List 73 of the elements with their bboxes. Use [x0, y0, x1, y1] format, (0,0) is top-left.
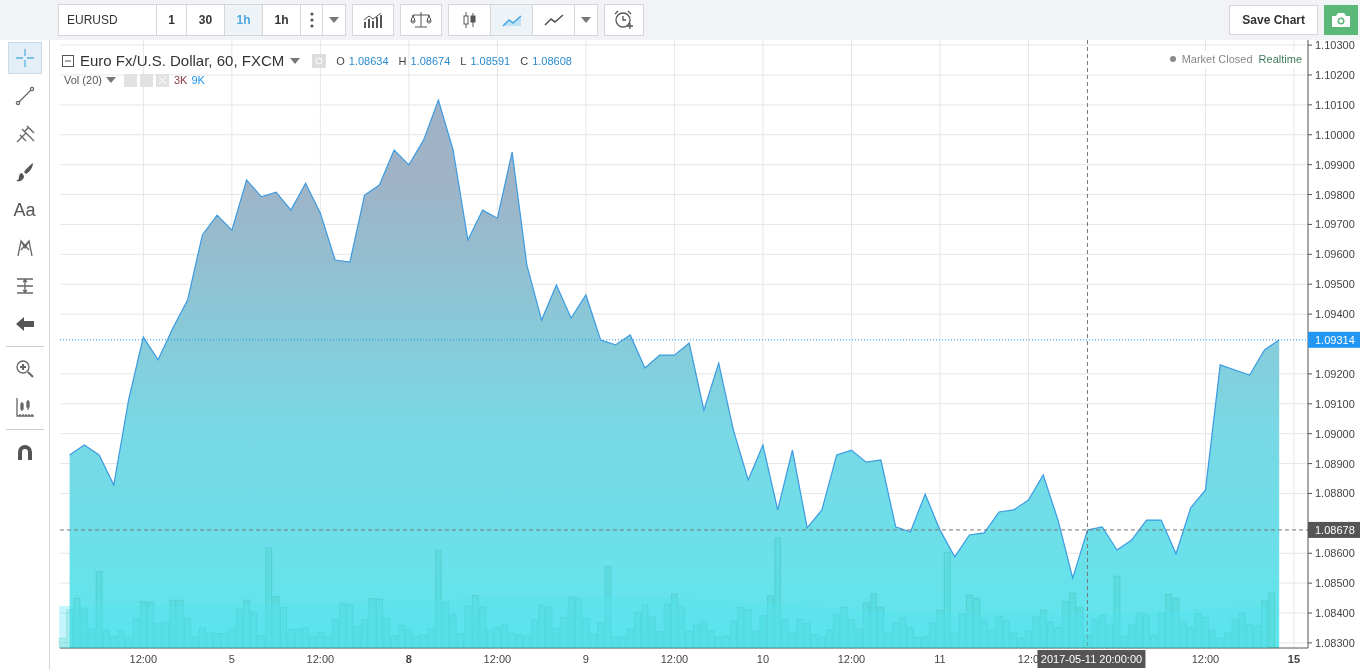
scales-icon — [410, 11, 432, 29]
price-axis-label: 1.09900 — [1315, 158, 1355, 171]
ruler-icon — [13, 396, 36, 418]
symbol-field[interactable]: EURUSD — [59, 5, 157, 35]
price-axis-label: 1.10300 — [1315, 40, 1355, 52]
time-axis-label: 11 — [934, 653, 946, 665]
zoom-in-icon — [13, 358, 36, 380]
ohlc-key: C — [520, 53, 529, 70]
time-axis-label: 12:00 — [129, 653, 158, 665]
ohlc-value: 1.08674 — [410, 54, 451, 69]
price-axis-label: 1.08500 — [1315, 577, 1355, 590]
caret-icon — [105, 77, 116, 84]
crosshair-icon — [13, 47, 36, 69]
save-chart-button[interactable]: Save Chart — [1229, 5, 1318, 35]
alarm-clock-icon — [613, 10, 635, 30]
last-price-tag: 1.09314 — [1308, 331, 1360, 348]
feed-status: Realtime — [1258, 52, 1302, 67]
crosshair-time-tag: 2017-05-11 20:00:00 — [1037, 650, 1146, 668]
text-tool[interactable]: Aa — [7, 194, 42, 226]
price-axis-label: 1.09100 — [1315, 397, 1355, 410]
time-axis-label: 12:00 — [1191, 653, 1220, 665]
alert-button[interactable] — [604, 4, 644, 36]
camera-icon — [1331, 12, 1351, 28]
time-axis-label: 8 — [405, 653, 412, 665]
ohlc-value: 1.08608 — [532, 54, 572, 69]
ohlc-key: H — [398, 53, 407, 70]
ohlc-value: 1.08634 — [348, 54, 389, 69]
ohlc-key: L — [460, 53, 467, 70]
more-icon — [309, 12, 314, 28]
time-axis-label: 12:00 — [837, 653, 866, 665]
ohlc-value: 1.08591 — [470, 54, 511, 69]
volume-label: Vol (20) — [64, 73, 102, 88]
price-axis-label: 1.10000 — [1315, 128, 1355, 141]
compare-button[interactable] — [400, 4, 442, 36]
price-axis-label: 1.09600 — [1315, 248, 1355, 261]
price-axis-label: 1.09400 — [1315, 308, 1355, 321]
market-status: Market Closed — [1181, 52, 1253, 67]
price-axis-label: 1.08900 — [1315, 457, 1355, 470]
price-axis-label: 1.09500 — [1315, 278, 1355, 291]
trend-line-icon — [13, 85, 36, 107]
volume-value: 3K — [173, 73, 188, 88]
time-axis-label: 10 — [756, 653, 770, 665]
time-axis-label: 5 — [228, 653, 235, 665]
price-axis-label: 1.08800 — [1315, 487, 1355, 500]
caret-icon — [290, 58, 301, 65]
indicators-button[interactable] — [352, 4, 394, 36]
time-axis-label: 12:00 — [306, 653, 335, 665]
time-axis-label: 9 — [582, 653, 589, 665]
ref-line-label: 1.08678 — [1315, 523, 1355, 536]
crosshair-price-tag: 1.08678 — [1308, 521, 1360, 538]
time-axis-label: 12:00 — [483, 653, 512, 665]
price-axis-label: 1.08600 — [1315, 547, 1355, 560]
price-axis-label: 1.09800 — [1315, 188, 1355, 201]
price-axis-label: 1.10100 — [1315, 98, 1355, 111]
volume-value: 9K — [191, 73, 205, 88]
interval-button[interactable]: 1h — [263, 5, 301, 35]
price-axis-label: 1.10200 — [1315, 68, 1355, 81]
caret-icon — [329, 17, 339, 23]
price-axis-label: 1.09700 — [1315, 218, 1355, 231]
collapse-icon[interactable] — [62, 55, 74, 68]
symbol-title: Euro Fx/U.S. Dollar, 60, FXCM — [80, 51, 285, 71]
ref-line-label: 1.09314 — [1315, 333, 1355, 346]
price-axis-label: 1.09000 — [1315, 427, 1355, 440]
price-axis-label: 1.08400 — [1315, 607, 1355, 620]
interval-button[interactable]: 1 — [157, 5, 187, 35]
price-axis-label: 1.09200 — [1315, 367, 1355, 380]
time-axis-label: 15 — [1287, 653, 1301, 665]
ohlc-key: O — [336, 53, 345, 70]
time-axis-label: 12:00 — [660, 653, 689, 665]
caret-icon — [581, 17, 591, 23]
price-axis-label: 1.08300 — [1315, 636, 1355, 649]
snapshot-button[interactable] — [1324, 5, 1358, 35]
bar-chart-icon — [363, 12, 383, 28]
